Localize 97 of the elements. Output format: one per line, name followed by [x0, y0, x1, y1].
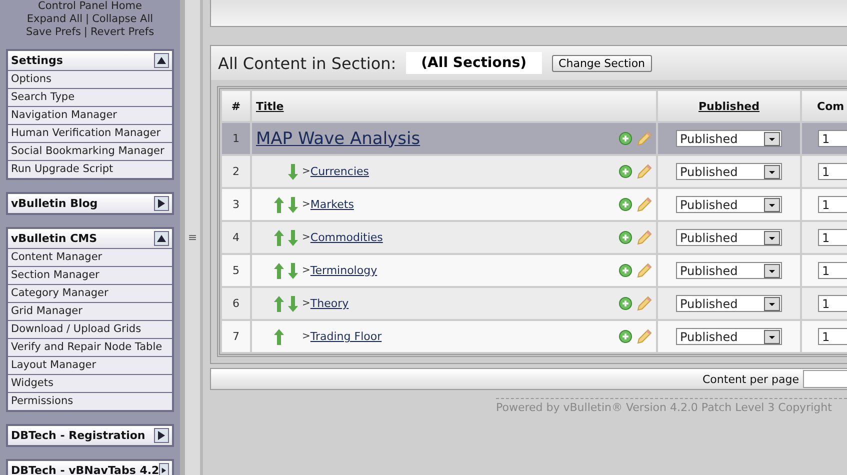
row-number: 4 — [222, 222, 250, 253]
add-icon[interactable] — [619, 198, 632, 211]
count-dropdown[interactable]: 1 — [818, 328, 847, 345]
add-icon[interactable] — [619, 264, 632, 277]
sidebar-item[interactable]: Search Type — [8, 89, 172, 106]
prefix-text: > — [302, 232, 310, 243]
sidebar-item[interactable]: Content Manager — [8, 249, 172, 266]
pencil-icon[interactable] — [636, 196, 652, 212]
published-dropdown[interactable]: Published — [676, 130, 782, 147]
down-arrow-icon[interactable] — [288, 262, 298, 278]
sidebar-item[interactable]: Widgets — [8, 375, 172, 392]
sidebar-item[interactable]: Run Upgrade Script — [8, 161, 172, 178]
prefix-text: > — [302, 331, 310, 342]
splitter-grip[interactable]: ≡ — [188, 231, 198, 244]
row-number: 1 — [222, 123, 250, 154]
expand-all-link[interactable]: Expand All — [26, 13, 83, 26]
up-arrow-icon[interactable] — [274, 262, 284, 278]
count-dropdown[interactable]: 1 — [818, 295, 847, 312]
sidebar-item[interactable]: Grid Manager — [8, 303, 172, 320]
separator-text: | — [86, 13, 90, 26]
section-label: All Content in Section: — [218, 54, 396, 72]
prefix-text: > — [302, 199, 310, 210]
column-header[interactable]: Title — [252, 91, 656, 121]
title-link[interactable]: Trading Floor — [310, 330, 382, 343]
row-number: 7 — [222, 321, 250, 352]
add-icon[interactable] — [619, 165, 632, 178]
home-link[interactable]: Control Panel Home — [38, 0, 142, 13]
column-header: # — [222, 91, 250, 121]
save-prefs-link[interactable]: Save Prefs — [26, 26, 81, 39]
up-arrow-icon[interactable] — [274, 230, 284, 246]
sidebar-item[interactable]: Section Manager — [8, 267, 172, 284]
down-arrow-icon[interactable] — [288, 164, 298, 180]
add-icon[interactable] — [619, 297, 632, 310]
group-header[interactable]: DBTech - Registration — [8, 426, 172, 445]
group-title: vBulletin CMS — [11, 232, 98, 245]
section-value: (All Sections) — [406, 52, 542, 74]
sidebar-item[interactable]: Layout Manager — [8, 357, 172, 374]
down-arrow-icon[interactable] — [288, 230, 298, 246]
sidebar-item[interactable]: Social Bookmarking Manager — [8, 143, 172, 160]
published-dropdown[interactable]: Published — [676, 229, 782, 246]
per-page-field[interactable] — [803, 370, 847, 388]
sidebar-item[interactable]: Download / Upload Grids — [8, 321, 172, 338]
group-title: DBTech - Registration — [11, 429, 146, 442]
row-number: 6 — [222, 288, 250, 319]
per-page-label: Content per page — [702, 372, 799, 386]
group-header[interactable]: DBTech - vBNavTabs 4.2 — [8, 461, 172, 475]
group-header[interactable]: vBulletin Blog — [8, 194, 172, 213]
revert-prefs-link[interactable]: Revert Prefs — [90, 26, 154, 39]
published-dropdown[interactable]: Published — [676, 295, 782, 312]
add-icon[interactable] — [619, 132, 632, 145]
change-section-button[interactable]: Change Section — [552, 54, 652, 72]
prefix-text: > — [302, 298, 310, 309]
group-title: vBulletin Blog — [11, 197, 98, 210]
title-link[interactable]: Markets — [310, 198, 354, 211]
up-arrow-icon[interactable] — [274, 196, 284, 212]
down-arrow-icon[interactable] — [288, 196, 298, 212]
title-link[interactable]: Terminology — [310, 264, 378, 277]
group-title: DBTech - vBNavTabs 4.2 — [11, 464, 160, 475]
group-header[interactable]: Settings — [8, 51, 172, 70]
published-dropdown[interactable]: Published — [676, 196, 782, 213]
pencil-icon[interactable] — [636, 328, 652, 344]
title-link[interactable]: MAP Wave Analysis — [256, 128, 420, 148]
column-header: Com — [802, 91, 847, 121]
sidebar-item[interactable]: Category Manager — [8, 285, 172, 302]
prefix-text: > — [302, 265, 310, 276]
count-dropdown[interactable]: 1 — [818, 130, 847, 147]
published-dropdown[interactable]: Published — [676, 328, 782, 345]
up-arrow-icon[interactable] — [274, 328, 284, 344]
sidebar-item[interactable]: Options — [8, 71, 172, 88]
separator-text: | — [84, 26, 88, 39]
add-icon[interactable] — [619, 231, 632, 244]
up-arrow-icon[interactable] — [274, 296, 284, 312]
collapse-all-link[interactable]: Collapse All — [92, 13, 154, 26]
sidebar-item[interactable]: Verify and Repair Node Table — [8, 339, 172, 356]
group-title: Settings — [11, 54, 63, 67]
published-dropdown[interactable]: Published — [676, 163, 782, 180]
row-number: 5 — [222, 255, 250, 286]
count-dropdown[interactable]: 1 — [818, 229, 847, 246]
column-header[interactable]: Published — [658, 91, 800, 121]
prefix-text: > — [302, 166, 310, 177]
title-link[interactable]: Theory — [310, 297, 349, 310]
group-header[interactable]: vBulletin CMS — [8, 229, 172, 248]
count-dropdown[interactable]: 1 — [818, 262, 847, 279]
sidebar-item[interactable]: Permissions — [8, 393, 172, 410]
title-link[interactable]: Currencies — [310, 165, 369, 178]
row-number: 3 — [222, 189, 250, 220]
add-icon[interactable] — [619, 330, 632, 343]
pencil-icon[interactable] — [636, 262, 652, 278]
row-number: 2 — [222, 156, 250, 187]
copyright-text: Powered by vBulletin® Version 4.2.0 Patch Level 3 Copyright — [496, 398, 847, 414]
title-link[interactable]: Commodities — [310, 231, 383, 244]
count-dropdown[interactable]: 1 — [818, 163, 847, 180]
sidebar-item[interactable]: Human Verification Manager — [8, 125, 172, 142]
sidebar-item[interactable]: Navigation Manager — [8, 107, 172, 124]
published-dropdown[interactable]: Published — [676, 262, 782, 279]
count-dropdown[interactable]: 1 — [818, 196, 847, 213]
down-arrow-icon[interactable] — [288, 296, 298, 312]
